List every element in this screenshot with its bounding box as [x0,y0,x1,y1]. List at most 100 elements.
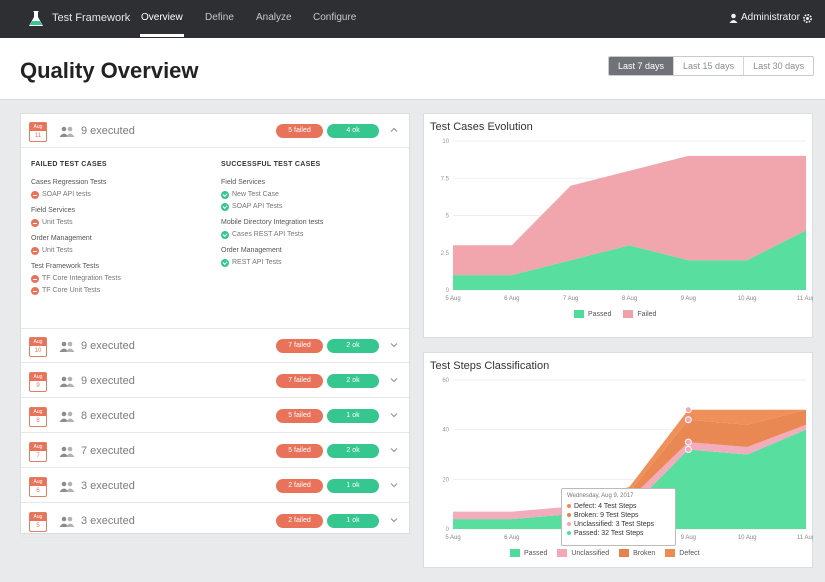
test-run-row[interactable]: Aug 8 8 executed 5 failed 1 ok [21,399,409,433]
test-run-row[interactable]: Aug 11 9 executed 5 failed 4 ok [21,114,409,148]
hover-point[interactable] [684,416,692,424]
failed-count-badge[interactable]: 7 failed [276,339,323,353]
tooltip-line-passed: Passed: 32 Test Steps [567,529,670,538]
people-icon [59,516,75,527]
chevron-down-icon[interactable] [389,480,399,490]
passed-test-link[interactable]: Cases REST API Tests [221,231,303,239]
ok-count-badge[interactable]: 1 ok [327,514,379,528]
failed-test-link[interactable]: TF Core Unit Tests [31,287,100,295]
ok-count-badge[interactable]: 2 ok [327,444,379,458]
test-group-label: Test Framework Tests [31,263,99,270]
failed-count-badge[interactable]: 5 failed [276,124,323,138]
calendar-icon: Aug 11 [29,122,47,142]
failed-count-badge[interactable]: 2 failed [276,514,323,528]
range-last-30-days[interactable]: Last 30 days [743,57,814,75]
legend-swatch-defect [665,549,676,557]
test-group-label: Order Management [31,235,92,242]
failed-test-link[interactable]: Unit Tests [31,247,73,255]
chevron-down-icon[interactable] [389,340,399,350]
passed-status-icon [221,231,229,239]
calendar-icon: Aug 5 [29,512,47,532]
test-run-row[interactable]: Aug 9 9 executed 7 failed 2 ok [21,364,409,398]
people-icon [59,446,75,457]
failed-status-icon [31,247,39,255]
failed-test-link[interactable]: TF Core Integration Tests [31,275,121,283]
nav-overview[interactable]: Overview [141,12,183,23]
hover-point[interactable] [684,406,692,414]
failed-count-badge[interactable]: 2 failed [276,479,323,493]
legend-swatch-failed [623,310,634,318]
range-last-15-days[interactable]: Last 15 days [673,57,744,75]
ok-count-badge[interactable]: 1 ok [327,409,379,423]
test-group-label: Mobile Directory Integration tests [221,219,324,226]
app-brand-name[interactable]: Test Framework [52,12,130,24]
people-icon [59,481,75,492]
chevron-up-icon[interactable] [389,125,399,135]
legend-label-failed[interactable]: Failed [637,311,656,318]
user-menu[interactable]: Administrator [741,12,800,23]
ok-count-badge[interactable]: 2 ok [327,339,379,353]
passed-test-link[interactable]: REST API Tests [221,259,282,267]
failed-count-badge[interactable]: 5 failed [276,409,323,423]
test-run-row[interactable]: Aug 10 9 executed 7 failed 2 ok [21,329,409,363]
legend-label-passed[interactable]: Passed [524,550,547,557]
user-icon [729,13,738,23]
x-tick-label: 6 Aug [504,296,519,302]
hover-point[interactable] [684,438,692,446]
chevron-down-icon[interactable] [389,410,399,420]
ok-count-badge[interactable]: 2 ok [327,374,379,388]
passed-test-link[interactable]: New Test Case [221,191,279,199]
tooltip-line-unclassified: Unclassified: 3 Test Steps [567,520,670,529]
y-tick-label: 0 [446,288,450,294]
nav-analyze[interactable]: Analyze [256,12,292,23]
range-last-7-days[interactable]: Last 7 days [609,57,674,75]
failed-test-link[interactable]: SOAP API tests [31,191,91,199]
passed-test-link[interactable]: SOAP API Tests [221,203,282,211]
legend-swatch-passed [510,549,520,557]
people-icon [59,126,75,137]
page-title: Quality Overview [20,58,199,83]
failed-test-link[interactable]: Unit Tests [31,219,73,227]
legend-label-unclassified[interactable]: Unclassified [571,550,609,557]
executed-count: 7 executed [81,445,135,457]
active-nav-indicator [140,34,184,37]
legend-swatch-broken [619,549,630,557]
test-run-row[interactable]: Aug 5 3 executed 2 failed 1 ok [21,504,409,538]
legend-label-broken[interactable]: Broken [633,550,655,557]
run-details-expanded: FAILED TEST CASES SUCCESSFUL TEST CASES … [21,149,409,329]
page-header: Quality Overview Last 7 days Last 15 day… [0,38,825,100]
failed-cases-heading: FAILED TEST CASES [31,161,107,168]
test-group-label: Field Services [221,179,265,186]
chevron-down-icon[interactable] [389,515,399,525]
executed-count: 3 executed [81,515,135,527]
nav-define[interactable]: Define [205,12,234,23]
failed-count-badge[interactable]: 7 failed [276,374,323,388]
x-tick-label: 11 Aug [797,535,813,541]
executed-count: 9 executed [81,340,135,352]
legend-label-passed[interactable]: Passed [588,311,611,318]
ok-count-badge[interactable]: 4 ok [327,124,379,138]
x-tick-label: 8 Aug [622,296,637,302]
calendar-icon: Aug 10 [29,337,47,357]
legend-label-defect[interactable]: Defect [679,550,699,557]
calendar-icon: Aug 6 [29,477,47,497]
test-run-row[interactable]: Aug 6 3 executed 2 failed 1 ok [21,469,409,503]
y-tick-label: 0 [446,527,450,533]
gear-icon[interactable] [802,13,813,24]
y-tick-label: 60 [442,378,449,384]
x-tick-label: 9 Aug [681,296,696,302]
chevron-down-icon[interactable] [389,445,399,455]
passed-status-icon [221,259,229,267]
calendar-icon: Aug 8 [29,407,47,427]
chevron-down-icon[interactable] [389,375,399,385]
test-group-label: Order Management [221,247,282,254]
top-navigation-bar: Test Framework Overview Define Analyze C… [0,0,825,38]
hover-point[interactable] [684,446,692,454]
failed-status-icon [31,275,39,283]
ok-count-badge[interactable]: 1 ok [327,479,379,493]
test-run-row[interactable]: Aug 7 7 executed 5 failed 2 ok [21,434,409,468]
executed-count: 3 executed [81,480,135,492]
flask-logo-icon[interactable] [28,10,44,28]
nav-configure[interactable]: Configure [313,12,356,23]
failed-count-badge[interactable]: 5 failed [276,444,323,458]
